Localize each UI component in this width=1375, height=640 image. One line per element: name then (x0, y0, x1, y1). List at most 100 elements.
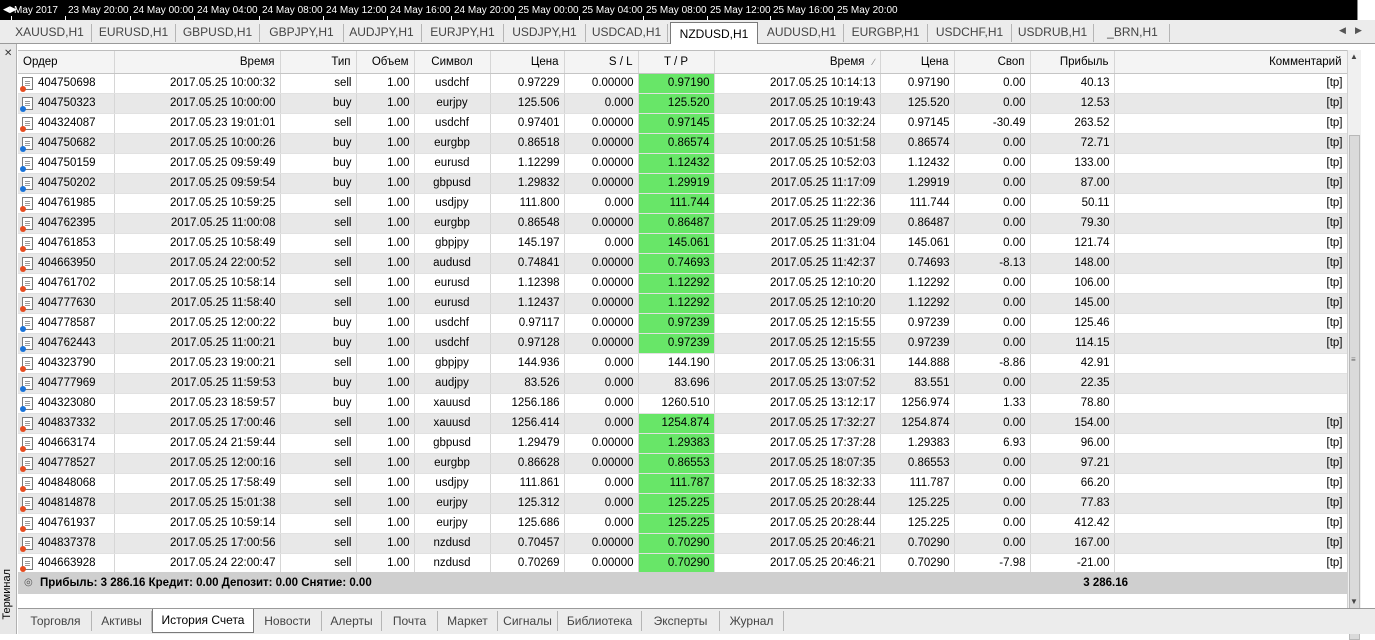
symbol-cell: usdchf (414, 333, 491, 354)
table-row[interactable]: 404324087 2017.05.23 19:01:01 sell 1.00 usdc… (18, 113, 1347, 134)
buy-order-icon (20, 156, 33, 172)
order-cell: 404848068 (18, 473, 115, 494)
chart-tab[interactable]: EURUSD,H1 (92, 24, 176, 42)
buy-order-icon (20, 316, 33, 332)
col-close-price-header[interactable]: Цена (880, 51, 955, 74)
order-cell: 404762443 (18, 333, 115, 354)
terminal-tab[interactable]: Алерты (322, 611, 382, 631)
swap-cell: 6.93 (954, 433, 1031, 454)
header-label: Комментарий (1269, 55, 1342, 68)
table-row[interactable]: 404323790 2017.05.23 19:00:21 sell 1.00 gbpj… (18, 353, 1347, 374)
open-time-cell: 2017.05.25 09:59:49 (114, 153, 281, 174)
table-row[interactable]: 404762395 2017.05.25 11:00:08 sell 1.00 eurg… (18, 213, 1347, 234)
scroll-down-icon[interactable]: ▼ (1350, 597, 1358, 606)
col-comment-header[interactable]: Комментарий (1114, 51, 1347, 74)
chart-tab[interactable]: GBPUSD,H1 (176, 24, 260, 42)
chart-tab[interactable]: GBPJPY,H1 (260, 24, 344, 42)
tab-scroll-right-icon[interactable]: ▶ (1355, 25, 1362, 36)
table-row[interactable]: 404761985 2017.05.25 10:59:25 sell 1.00 usdj… (18, 193, 1347, 214)
order-id: 404750682 (38, 137, 96, 149)
terminal-tab[interactable]: Библиотека (558, 611, 642, 631)
order-cell: 404814878 (18, 493, 115, 514)
chart-tab[interactable]: NZDUSD,H1 (670, 22, 758, 44)
close-price-cell: 125.520 (880, 93, 955, 114)
col-symbol-header[interactable]: Символ (414, 51, 491, 74)
chart-tab[interactable]: AUDUSD,H1 (760, 24, 844, 42)
type-cell: sell (280, 273, 357, 294)
col-open-price-header[interactable]: Цена (490, 51, 565, 74)
scrollbar-thumb[interactable] (1349, 135, 1360, 640)
terminal-tab[interactable]: История Счета (152, 609, 254, 633)
table-row[interactable]: 404778587 2017.05.25 12:00:22 buy 1.00 usdch… (18, 313, 1347, 334)
col-profit-header[interactable]: Прибыль (1030, 51, 1115, 74)
table-row[interactable]: 404761853 2017.05.25 10:58:49 sell 1.00 gbpj… (18, 233, 1347, 254)
sell-order-icon (20, 496, 33, 512)
table-row[interactable]: 404761937 2017.05.25 10:59:14 sell 1.00 eurj… (18, 513, 1347, 534)
close-icon[interactable]: ✕ (4, 48, 12, 59)
col-sl-header[interactable]: S / L (564, 51, 639, 74)
table-row[interactable]: 404848068 2017.05.25 17:58:49 sell 1.00 usdj… (18, 473, 1347, 494)
table-row[interactable]: 404663928 2017.05.24 22:00:47 sell 1.00 nzdu… (18, 553, 1347, 574)
chart-tab[interactable]: _BRN,H1 (1096, 24, 1170, 42)
table-row[interactable]: 404663174 2017.05.24 21:59:44 sell 1.00 gbpu… (18, 433, 1347, 454)
terminal-tab[interactable]: Маркет (438, 611, 498, 631)
col-order-header[interactable]: Ордер (18, 51, 115, 74)
open-price-cell: 1.12299 (490, 153, 565, 174)
col-swap-header[interactable]: Своп (954, 51, 1031, 74)
col-close-time-header[interactable]: Время ∕ (714, 51, 881, 74)
table-row[interactable]: 404761702 2017.05.25 10:58:14 sell 1.00 euru… (18, 273, 1347, 294)
terminal-tab[interactable]: Журнал (720, 611, 784, 631)
terminal-tab[interactable]: Эксперты (642, 611, 720, 631)
table-row[interactable]: 404750159 2017.05.25 09:59:49 buy 1.00 eurus… (18, 153, 1347, 174)
tp-cell: 0.86487 (638, 213, 715, 234)
comment-cell: [tp] (1114, 93, 1347, 114)
order-cell: 404761702 (18, 273, 115, 294)
table-row[interactable]: 404837378 2017.05.25 17:00:56 sell 1.00 nzdu… (18, 533, 1347, 554)
type-cell: buy (280, 93, 357, 114)
tp-cell: 0.97145 (638, 113, 715, 134)
terminal-tab[interactable]: Торговля (20, 611, 92, 631)
table-row[interactable]: 404663950 2017.05.24 22:00:52 sell 1.00 audu… (18, 253, 1347, 274)
chart-tab[interactable]: USDCAD,H1 (586, 24, 668, 42)
comment-cell (1114, 353, 1347, 374)
chart-tab[interactable]: XAUUSD,H1 (8, 24, 92, 42)
terminal-tab[interactable]: Почта (382, 611, 438, 631)
terminal-tab[interactable]: Новости (254, 611, 322, 631)
order-id: 404777630 (38, 297, 96, 309)
close-time-cell: 2017.05.25 11:29:09 (714, 213, 881, 234)
chart-tab[interactable]: EURJPY,H1 (422, 24, 504, 42)
order-id: 404761702 (38, 277, 96, 289)
chart-tab[interactable]: USDRUB,H1 (1012, 24, 1094, 42)
vertical-scrollbar[interactable]: ▲ ≡ ▼ (1347, 50, 1361, 640)
col-open-time-header[interactable]: Время (114, 51, 281, 74)
col-volume-header[interactable]: Объем (356, 51, 415, 74)
open-time-cell: 2017.05.25 12:00:22 (114, 313, 281, 334)
chart-tab[interactable]: AUDJPY,H1 (342, 24, 422, 42)
table-row[interactable]: 404750682 2017.05.25 10:00:26 buy 1.00 eurgb… (18, 133, 1347, 154)
profit-cell: 148.00 (1030, 253, 1115, 274)
terminal-tab[interactable]: Активы (92, 611, 152, 631)
table-row[interactable]: 404750698 2017.05.25 10:00:32 sell 1.00 usdc… (18, 73, 1347, 94)
comment-cell: [tp] (1114, 433, 1347, 454)
table-row[interactable]: 404323080 2017.05.23 18:59:57 buy 1.00 xauus… (18, 393, 1347, 414)
table-row[interactable]: 404778527 2017.05.25 12:00:16 sell 1.00 eurg… (18, 453, 1347, 474)
table-row[interactable]: 404762443 2017.05.25 11:00:21 buy 1.00 usdch… (18, 333, 1347, 354)
table-row[interactable]: 404777969 2017.05.25 11:59:53 buy 1.00 audjp… (18, 373, 1347, 394)
scroll-up-icon[interactable]: ▲ (1350, 52, 1358, 61)
table-row[interactable]: 404814878 2017.05.25 15:01:38 sell 1.00 eurj… (18, 493, 1347, 514)
chart-tab[interactable]: USDCHF,H1 (928, 24, 1012, 42)
table-row[interactable]: 404750202 2017.05.25 09:59:54 buy 1.00 gbpus… (18, 173, 1347, 194)
col-tp-header[interactable]: T / P (638, 51, 715, 74)
volume-cell: 1.00 (356, 493, 415, 514)
sl-cell: 0.00000 (564, 553, 639, 574)
col-type-header[interactable]: Тип (280, 51, 357, 74)
close-time-cell: 2017.05.25 10:51:58 (714, 133, 881, 154)
table-row[interactable]: 404750323 2017.05.25 10:00:00 buy 1.00 eurjp… (18, 93, 1347, 114)
open-time-cell: 2017.05.24 22:00:52 (114, 253, 281, 274)
table-row[interactable]: 404777630 2017.05.25 11:58:40 sell 1.00 euru… (18, 293, 1347, 314)
tab-scroll-left-icon[interactable]: ◀ (1339, 25, 1346, 36)
terminal-tab[interactable]: Сигналы (498, 611, 558, 631)
chart-tab[interactable]: USDJPY,H1 (504, 24, 586, 42)
table-row[interactable]: 404837332 2017.05.25 17:00:46 sell 1.00 xauu… (18, 413, 1347, 434)
chart-tab[interactable]: EURGBP,H1 (844, 24, 928, 42)
